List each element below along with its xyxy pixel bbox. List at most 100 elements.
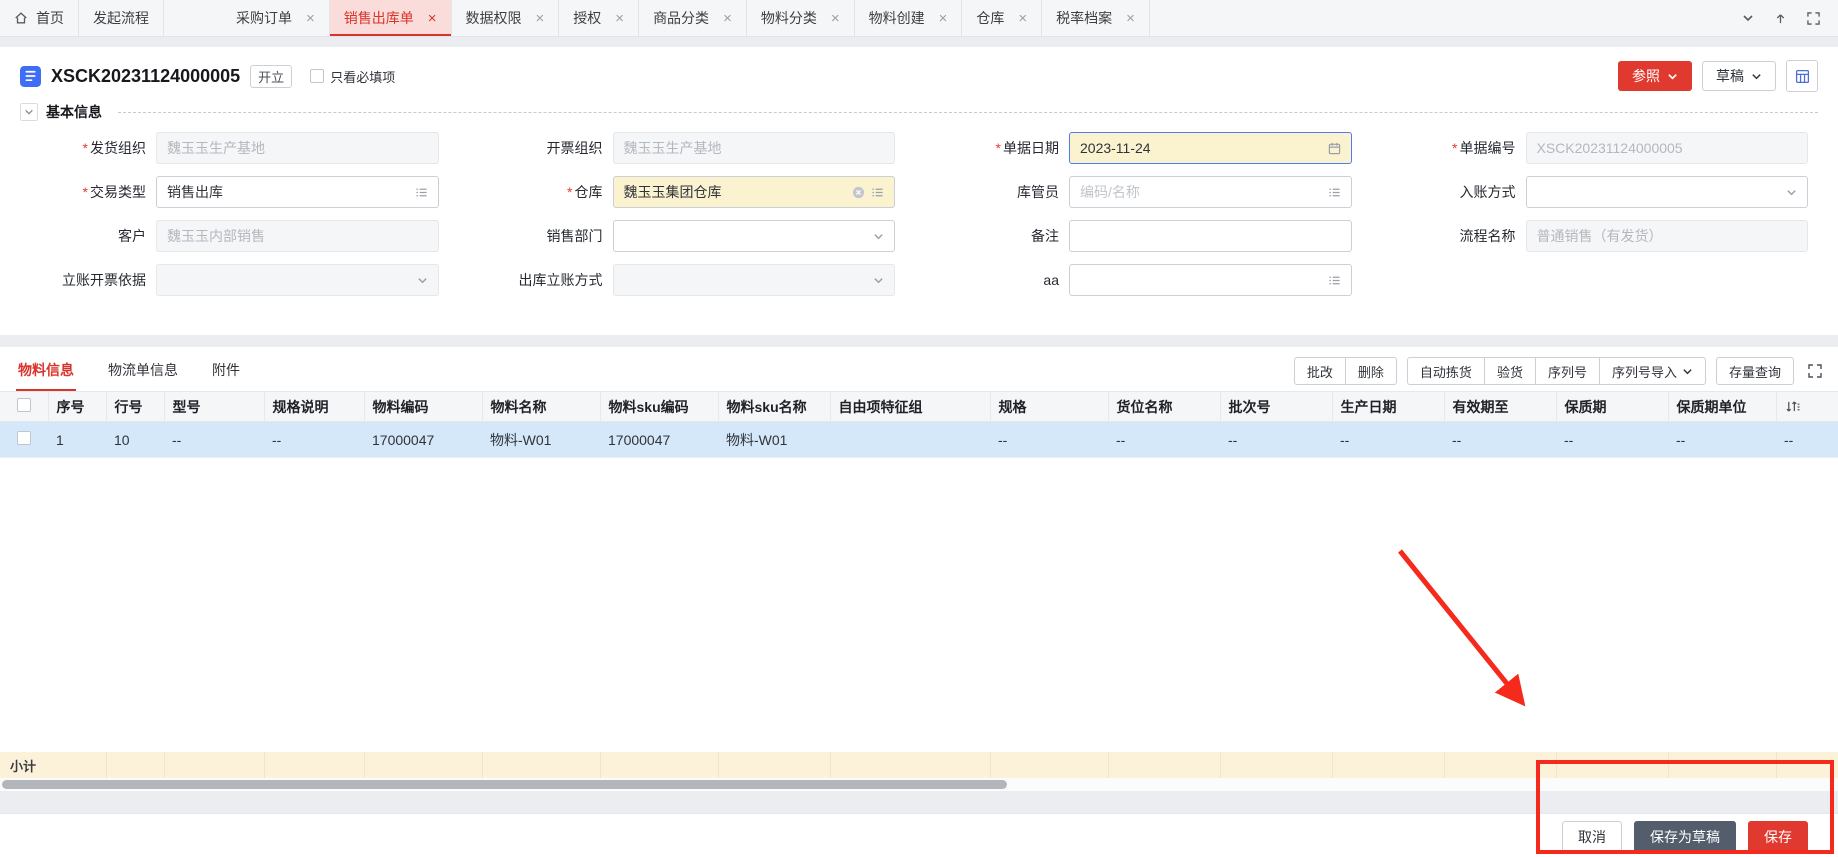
- entry-method-input[interactable]: [1526, 176, 1809, 208]
- cell-14[interactable]: --: [1556, 422, 1668, 458]
- row-checkbox[interactable]: [17, 431, 31, 445]
- collapse-chevron-icon[interactable]: [20, 103, 38, 121]
- tab-product-category[interactable]: 商品分类×: [639, 0, 747, 36]
- remark-input[interactable]: [1069, 220, 1352, 252]
- tab-close-icon[interactable]: ×: [306, 10, 315, 27]
- tab-tax-rate[interactable]: 税率档案×: [1042, 0, 1150, 36]
- tab-close-icon[interactable]: ×: [428, 10, 437, 27]
- cell-2[interactable]: --: [164, 422, 264, 458]
- table-row[interactable]: 110----17000047物料-W0117000047物料-W01-----…: [0, 422, 1838, 458]
- tab-close-icon[interactable]: ×: [615, 10, 624, 27]
- tab-material-create[interactable]: 物料创建×: [855, 0, 963, 36]
- tab-close-icon[interactable]: ×: [536, 10, 545, 27]
- fullscreen-icon[interactable]: [1807, 12, 1820, 25]
- clear-icon[interactable]: [852, 186, 865, 199]
- field-aa: aa: [931, 264, 1352, 296]
- list-icon[interactable]: [871, 186, 884, 199]
- select-all-checkbox[interactable]: [17, 398, 31, 412]
- required-only-toggle[interactable]: 只看必填项: [310, 67, 395, 86]
- aa-input[interactable]: [1069, 264, 1352, 296]
- draft-button[interactable]: 草稿: [1702, 61, 1776, 91]
- list-icon[interactable]: [415, 186, 428, 199]
- grid-fullscreen-icon[interactable]: [1808, 364, 1822, 378]
- button-label: 序列号: [1548, 362, 1587, 381]
- reference-button[interactable]: 参照: [1618, 61, 1692, 91]
- save-draft-button[interactable]: 保存为草稿: [1634, 821, 1736, 853]
- cell-1[interactable]: 10: [106, 422, 164, 458]
- doc-date-input[interactable]: 2023-11-24: [1069, 132, 1352, 164]
- tab-authorization[interactable]: 授权×: [559, 0, 639, 36]
- layout-grid-icon-button[interactable]: [1786, 60, 1818, 92]
- stock-query-button[interactable]: 存量查询: [1716, 357, 1794, 385]
- serial-import-button[interactable]: 序列号导入: [1599, 357, 1706, 385]
- detail-tab-logistics-info[interactable]: 物流单信息: [106, 353, 180, 391]
- tab-purchase-order[interactable]: 采购订单×: [222, 0, 330, 36]
- tab-close-icon[interactable]: ×: [1126, 10, 1135, 27]
- chevron-down-icon[interactable]: [1786, 187, 1797, 198]
- button-label: 批改: [1307, 362, 1333, 381]
- tab-warehouse[interactable]: 仓库×: [962, 0, 1042, 36]
- field-label-aa: aa: [931, 272, 1069, 288]
- collapse-up-icon[interactable]: [1774, 12, 1787, 25]
- tab-close-icon[interactable]: ×: [723, 10, 732, 27]
- field-value: 魏玉玉生产基地: [167, 138, 428, 158]
- detail-tab-attachment[interactable]: 附件: [210, 353, 242, 391]
- tab-data-permission[interactable]: 数据权限×: [452, 0, 560, 36]
- tab-start-flow[interactable]: 发起流程: [79, 0, 164, 36]
- cell-9[interactable]: --: [990, 422, 1108, 458]
- basic-info-form: *发货组织魏玉玉生产基地开票组织魏玉玉生产基地*单据日期2023-11-24*单…: [0, 128, 1838, 312]
- cell-10[interactable]: --: [1108, 422, 1220, 458]
- subtotal-cell: [482, 752, 600, 778]
- home-icon: [14, 11, 28, 25]
- tab-material-category[interactable]: 物料分类 ×: [747, 0, 855, 36]
- tab-close-icon[interactable]: ×: [831, 10, 840, 27]
- delete-button[interactable]: 删除: [1345, 357, 1397, 385]
- serial-number-button[interactable]: 序列号: [1535, 357, 1600, 385]
- field-customer: 客户魏玉玉内部销售: [18, 220, 439, 252]
- cell-12[interactable]: --: [1332, 422, 1444, 458]
- cell-4[interactable]: 17000047: [364, 422, 482, 458]
- scrollbar-thumb[interactable]: [2, 780, 1007, 789]
- list-icon[interactable]: [1328, 186, 1341, 199]
- chevron-down-icon[interactable]: [873, 231, 884, 242]
- cell-0[interactable]: 1: [48, 422, 106, 458]
- detail-tab-material-info[interactable]: 物料信息: [16, 353, 76, 391]
- column-header-0: 序号: [48, 392, 106, 422]
- cell-8[interactable]: [830, 422, 990, 458]
- cell-16[interactable]: --: [1776, 422, 1838, 458]
- tab-label: 物料分类: [761, 8, 817, 28]
- tab-list-chevron-down-icon[interactable]: [1742, 12, 1754, 24]
- stock-keeper-input[interactable]: 编码/名称: [1069, 176, 1352, 208]
- cancel-button[interactable]: 取消: [1562, 821, 1622, 853]
- cell-6[interactable]: 17000047: [600, 422, 718, 458]
- tab-sales-outbound[interactable]: 销售出库单 ×: [330, 0, 452, 36]
- save-button[interactable]: 保存: [1748, 821, 1808, 853]
- field-value: 销售出库: [167, 182, 409, 202]
- column-header-7: 物料sku名称: [718, 392, 830, 422]
- list-icon[interactable]: [1328, 274, 1341, 287]
- tab-home[interactable]: 首页: [0, 0, 79, 36]
- cell-13[interactable]: --: [1444, 422, 1556, 458]
- invoice-org-input: 魏玉玉生产基地: [613, 132, 896, 164]
- cell-15[interactable]: --: [1668, 422, 1776, 458]
- row-select-cell: [0, 422, 48, 458]
- cell-5[interactable]: 物料-W01: [482, 422, 600, 458]
- calendar-icon[interactable]: [1328, 142, 1341, 155]
- trade-type-input[interactable]: 销售出库: [156, 176, 439, 208]
- tab-label: 销售出库单: [344, 8, 414, 28]
- cell-7[interactable]: 物料-W01: [718, 422, 830, 458]
- warehouse-input[interactable]: 魏玉玉集团仓库: [613, 176, 896, 208]
- field-label-ship-org: *发货组织: [18, 138, 156, 158]
- required-only-checkbox[interactable]: [310, 69, 324, 83]
- batch-edit-button[interactable]: 批改: [1294, 357, 1346, 385]
- column-filter-icon[interactable]: [1785, 400, 1831, 413]
- tab-close-icon[interactable]: ×: [939, 10, 948, 27]
- tab-close-icon[interactable]: ×: [1018, 10, 1027, 27]
- cell-11[interactable]: --: [1220, 422, 1332, 458]
- cell-3[interactable]: --: [264, 422, 364, 458]
- sales-dept-input[interactable]: [613, 220, 896, 252]
- horizontal-scrollbar[interactable]: [0, 778, 1838, 791]
- inspect-button[interactable]: 验货: [1484, 357, 1536, 385]
- column-header-8: 自由项特征组: [830, 392, 990, 422]
- auto-pick-button[interactable]: 自动拣货: [1407, 357, 1485, 385]
